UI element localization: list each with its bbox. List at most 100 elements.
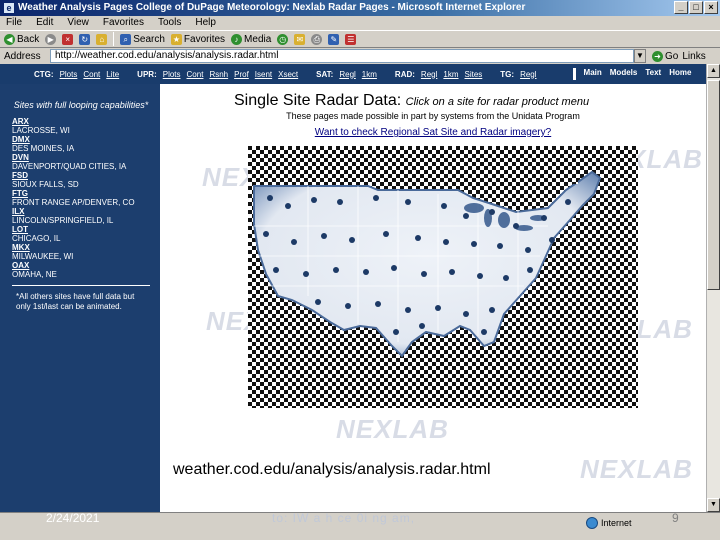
discuss-button[interactable]: ☰ — [345, 33, 357, 45]
nav-link[interactable]: Cont — [83, 70, 100, 79]
nav-link[interactable]: Plots — [163, 70, 181, 79]
scroll-down-icon[interactable]: ▼ — [707, 498, 720, 512]
site-code-link[interactable]: DMX — [12, 135, 150, 144]
slide-url-caption: weather.cod.edu/analysis/analysis.radar.… — [173, 461, 491, 478]
window-controls: _ □ × — [674, 1, 718, 14]
mail-button[interactable]: ✉ — [294, 33, 306, 45]
menu-favorites[interactable]: Favorites — [103, 16, 144, 30]
site-code-link[interactable]: FSD — [12, 171, 150, 180]
menu-file[interactable]: File — [6, 16, 22, 30]
us-map-svg — [248, 146, 638, 408]
links-label[interactable]: Links — [682, 51, 705, 62]
list-item: MKX MILWAUKEE, WI — [12, 243, 150, 261]
nav-group-tg: TG: Regl — [500, 70, 536, 79]
nav-link[interactable]: Regl — [421, 70, 437, 79]
back-button[interactable]: ◀ Back — [4, 33, 40, 45]
site-city: LINCOLN/SPRINGFIELD, IL — [12, 216, 114, 225]
media-icon: ♪ — [231, 33, 243, 45]
close-button[interactable]: × — [704, 1, 718, 14]
maximize-button[interactable]: □ — [689, 1, 703, 14]
favorites-button[interactable]: ★ Favorites — [170, 33, 225, 45]
vertical-scrollbar[interactable]: ▲ ▼ — [706, 64, 720, 512]
star-icon: ★ — [170, 33, 182, 45]
mail-icon: ✉ — [294, 33, 306, 45]
list-item: DVN DAVENPORT/QUAD CITIES, IA — [12, 153, 150, 171]
nav-link[interactable]: Lite — [106, 70, 119, 79]
radar-site-map[interactable] — [248, 146, 638, 408]
menu-view[interactable]: View — [67, 16, 89, 30]
nav-group-label: UPR: — [137, 69, 157, 79]
nav-group-ctg: CTG: Plots Cont Lite — [34, 70, 119, 79]
menu-help[interactable]: Help — [195, 16, 216, 30]
page-subtitle: These pages made possible in part by sys… — [286, 111, 580, 121]
scroll-up-icon[interactable]: ▲ — [707, 64, 720, 78]
print-button[interactable]: ⎙ — [311, 33, 323, 45]
nav-link[interactable]: Sites — [465, 70, 483, 79]
nexlab-watermark: NEXLAB — [580, 454, 693, 484]
toolbar-separator — [113, 32, 115, 46]
site-code-link[interactable]: OAX — [12, 261, 150, 270]
list-item: FTG FRONT RANGE AP/DENVER, CO — [12, 189, 150, 207]
menu-tools[interactable]: Tools — [158, 16, 181, 30]
site-code-link[interactable]: DVN — [12, 153, 150, 162]
scroll-thumb[interactable] — [707, 80, 720, 290]
nav-link[interactable]: 1km — [362, 70, 377, 79]
site-nav-row: CTG: Plots Cont Lite UPR: Plots Cont Rsn… — [0, 64, 706, 84]
site-city: FRONT RANGE AP/DENVER, CO — [12, 198, 135, 207]
back-label: Back — [17, 33, 40, 45]
globe-icon — [586, 517, 598, 529]
minimize-button[interactable]: _ — [674, 1, 688, 14]
site-city: MILWAUKEE, WI — [12, 252, 74, 261]
nav-group-label: RAD: — [394, 69, 415, 79]
main-content: NEXLAB NEXLAB NEXLAB NEXLAB NEXLAB NEXLA… — [160, 84, 706, 512]
list-item: ILX LINCOLN/SPRINGFIELD, IL — [12, 207, 150, 225]
home-button[interactable]: ⌂ — [96, 33, 108, 45]
discuss-icon: ☰ — [345, 33, 357, 45]
stop-icon: × — [62, 33, 74, 45]
nav-divider — [572, 68, 576, 80]
site-code-link[interactable]: ILX — [12, 207, 150, 216]
refresh-button[interactable]: ↻ — [79, 33, 91, 45]
nav-link[interactable]: 1km — [443, 70, 458, 79]
go-button[interactable]: ➜ Go — [652, 50, 679, 62]
address-input[interactable]: http://weather.cod.edu/analysis/analysis… — [50, 49, 634, 63]
nav-link[interactable]: Prof — [234, 70, 249, 79]
forward-arrow-icon: ▶ — [45, 33, 57, 45]
window-title: Weather Analysis Pages College of DuPage… — [18, 2, 526, 13]
go-label: Go — [665, 50, 679, 62]
nav-main-link[interactable]: Home — [669, 68, 691, 80]
site-code-link[interactable]: ARX — [12, 117, 150, 126]
nav-main-link[interactable]: Models — [610, 68, 638, 80]
site-list: ARX LACROSSE, WI DMX DES MOINES, IA DVN DAV… — [12, 117, 150, 279]
browser-toolbar: ◀ Back ▶ × ↻ ⌂ ⌕ Search ★ Favorites ♪ Me… — [0, 30, 720, 48]
page-content: CTG: Plots Cont Lite UPR: Plots Cont Rsn… — [0, 64, 706, 512]
nav-link[interactable]: Regl — [339, 70, 355, 79]
nav-link[interactable]: Isent — [255, 70, 272, 79]
site-city: CHICAGO, IL — [12, 234, 61, 243]
nav-link[interactable]: Xsect — [278, 70, 298, 79]
list-item: FSD SIOUX FALLS, SD — [12, 171, 150, 189]
nav-main-links: Main Models Text Home — [572, 68, 691, 80]
history-button[interactable]: ◷ — [277, 33, 289, 45]
nav-main-link[interactable]: Text — [645, 68, 661, 80]
site-code-link[interactable]: LOT — [12, 225, 150, 234]
stop-button[interactable]: × — [62, 33, 74, 45]
site-code-link[interactable]: FTG — [12, 189, 150, 198]
nav-link[interactable]: Rsnh — [209, 70, 228, 79]
nav-main-link[interactable]: Main — [584, 68, 602, 80]
back-arrow-icon: ◀ — [4, 33, 15, 45]
edit-button[interactable]: ✎ — [328, 33, 340, 45]
media-button[interactable]: ♪ Media — [231, 33, 271, 45]
site-code-link[interactable]: MKX — [12, 243, 150, 252]
address-dropdown-icon[interactable]: ▼ — [634, 49, 646, 63]
search-button[interactable]: ⌕ Search — [120, 33, 165, 45]
menu-edit[interactable]: Edit — [36, 16, 53, 30]
nav-link[interactable]: Plots — [60, 70, 78, 79]
nav-link[interactable]: Cont — [187, 70, 204, 79]
nav-group-rad: RAD: Regl 1km Sites — [395, 70, 482, 79]
slide-footer: to: IW a h ce 0i ng am, — [272, 511, 416, 525]
site-city: LACROSSE, WI — [12, 126, 70, 135]
forward-button[interactable]: ▶ — [45, 33, 57, 45]
nav-link[interactable]: Regl — [520, 70, 536, 79]
regional-imagery-link[interactable]: Want to check Regional Sat Site and Rada… — [160, 127, 706, 138]
